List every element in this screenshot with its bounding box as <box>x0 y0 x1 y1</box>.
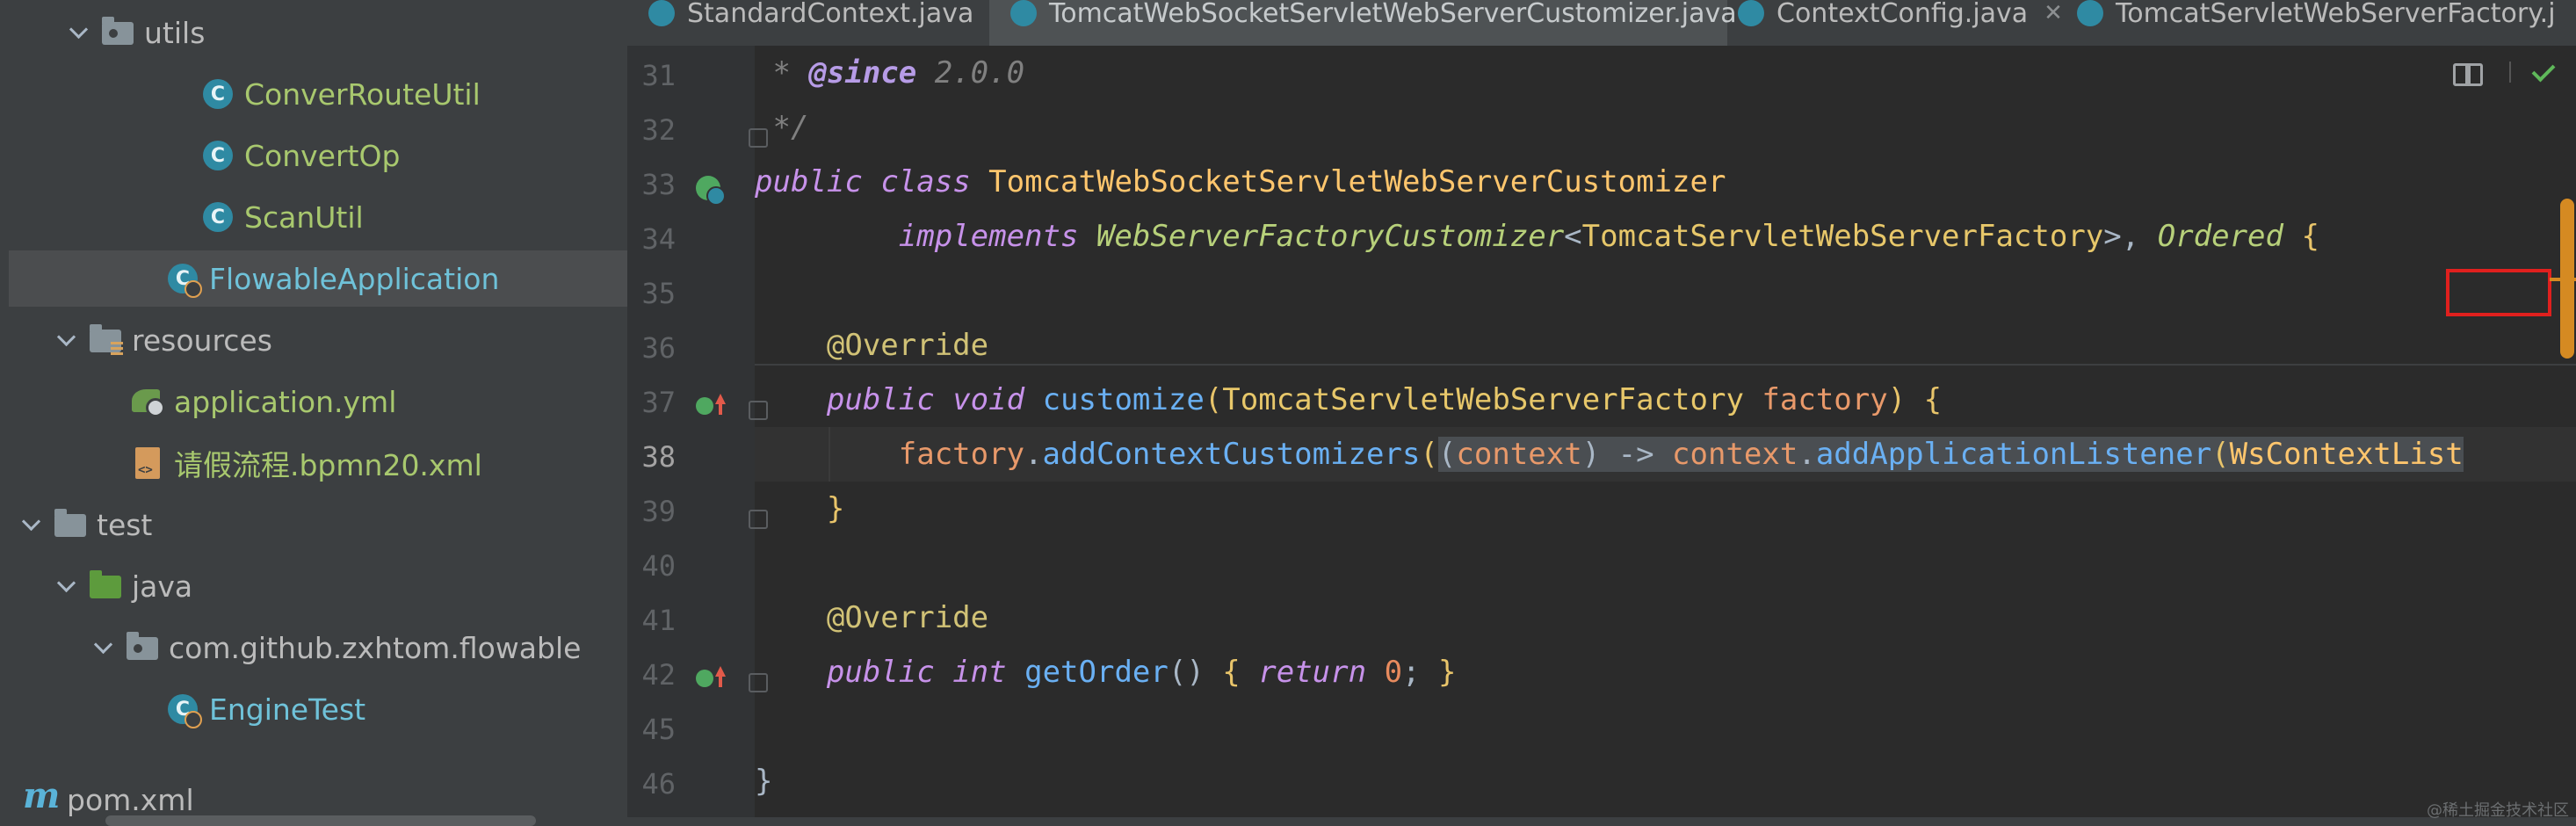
chevron-down-icon[interactable] <box>53 573 79 599</box>
reader-mode-icon[interactable] <box>2453 60 2483 86</box>
line-number: 31 <box>641 59 676 92</box>
java-class-icon: C <box>200 76 235 112</box>
java-class-icon <box>648 0 675 26</box>
line-number: 42 <box>641 658 676 692</box>
line-number: 40 <box>641 549 676 583</box>
implements-method-icon[interactable] <box>694 664 726 694</box>
code-line-37: public void customize(TomcatServletWebSe… <box>826 382 1943 417</box>
xml-file-icon <box>130 446 165 481</box>
tab-label: TomcatServletWebServerFactory.j <box>2116 0 2556 29</box>
project-tree: utils C ConverRouteUtil C ConvertOp C Sc… <box>0 0 627 826</box>
tree-item-resources[interactable]: resources <box>0 312 627 368</box>
chevron-down-icon[interactable] <box>90 634 116 661</box>
line-number: 35 <box>641 277 676 310</box>
line-number: 45 <box>641 713 676 746</box>
method-separator <box>755 364 2576 366</box>
chevron-down-icon[interactable] <box>18 511 44 538</box>
resources-folder-icon <box>88 322 123 358</box>
java-class-icon: C <box>200 199 235 235</box>
code-line-33: public class TomcatWebSocketServletWebSe… <box>755 164 1726 199</box>
line-number: 34 <box>641 222 676 256</box>
tree-item-label: test <box>97 507 153 542</box>
tree-item-label: com.github.zxhtom.flowable <box>169 630 582 665</box>
java-class-icon <box>1738 0 1764 26</box>
tree-item-java[interactable]: java <box>0 558 627 614</box>
tab-label: TomcatWebSocketServletWebServerCustomize… <box>1049 0 1737 29</box>
inspection-ok-icon[interactable] <box>2530 58 2557 84</box>
tree-item-flowable-application[interactable]: C FlowableApplication <box>9 250 627 307</box>
implements-method-icon[interactable] <box>694 392 726 422</box>
code-line-42: public int getOrder() { return 0; } <box>826 655 1457 690</box>
watermark: @稀土掘金技术社区 <box>2427 801 2569 820</box>
line-number: 46 <box>641 767 676 801</box>
tree-item-bpmn-xml[interactable]: 请假流程.bpmn20.xml <box>0 435 627 491</box>
tree-item-label: EngineTest <box>209 692 366 727</box>
java-class-icon: C <box>200 138 235 173</box>
tab-context-config[interactable]: ContextConfig.java ✕ <box>1717 0 2072 46</box>
line-number: 41 <box>641 604 676 637</box>
tree-item-label: ConverRouteUtil <box>244 76 481 112</box>
chevron-down-icon[interactable] <box>65 19 91 46</box>
tree-item-application-yml[interactable]: application.yml <box>0 373 627 430</box>
tree-item-scan-util[interactable]: C ScanUtil <box>0 189 627 245</box>
line-number: 39 <box>641 495 676 528</box>
tree-item-convert-op[interactable]: C ConvertOp <box>0 127 627 184</box>
tree-item-label: ScanUtil <box>244 199 364 235</box>
tab-tomcat-websocket-customizer[interactable]: TomcatWebSocketServletWebServerCustomize… <box>989 0 1737 46</box>
spring-boot-class-icon: C <box>165 692 202 728</box>
spring-boot-class-icon: C <box>165 261 202 298</box>
tree-item-engine-test[interactable]: C EngineTest <box>0 681 627 737</box>
toolbar-divider <box>2509 62 2511 83</box>
tree-item-label: java <box>132 569 193 604</box>
tree-item-label: resources <box>132 322 272 358</box>
code-line-32: */ <box>755 110 809 145</box>
tab-standard-context[interactable]: StandardContext.java ✕ <box>627 0 1009 46</box>
tree-horizontal-scrollbar[interactable] <box>105 815 536 826</box>
scroll-position-marker <box>2550 278 2576 281</box>
line-number: 36 <box>641 331 676 365</box>
spring-bean-icon[interactable] <box>694 174 726 206</box>
tree-item-conver-route-util[interactable]: C ConverRouteUtil <box>0 66 627 122</box>
code-line-41: @Override <box>826 600 989 635</box>
line-number-current: 38 <box>641 440 676 474</box>
test-source-folder-icon <box>88 569 123 604</box>
tree-item-label: FlowableApplication <box>209 261 500 296</box>
tree-item-label: pom.xml <box>67 782 194 817</box>
tree-item-label: utils <box>144 15 206 50</box>
tree-item-utils[interactable]: utils <box>0 4 627 61</box>
code-line-31: * @since 2.0.0 <box>755 55 1025 91</box>
line-number: 37 <box>641 386 676 419</box>
line-number: 33 <box>641 168 676 201</box>
code-area[interactable]: * @since 2.0.0 */ public class TomcatWeb… <box>755 46 2576 826</box>
annotation-highlight-box <box>2446 269 2551 316</box>
tree-item-label: application.yml <box>174 384 397 419</box>
yaml-config-icon <box>130 384 165 419</box>
java-class-icon <box>2077 0 2103 26</box>
maven-icon: m <box>23 775 61 816</box>
tree-item-package-flowable[interactable]: com.github.zxhtom.flowable <box>0 620 627 676</box>
tab-label: StandardContext.java <box>687 0 974 29</box>
editor-tabs: StandardContext.java ✕ TomcatWebSocketSe… <box>627 0 2576 46</box>
package-folder-icon <box>100 15 135 50</box>
chevron-down-icon[interactable] <box>53 327 79 353</box>
code-line-39: } <box>826 491 845 526</box>
tab-label: ContextConfig.java <box>1776 0 2029 29</box>
tree-item-test[interactable]: test <box>0 496 627 553</box>
package-folder-icon <box>125 630 160 665</box>
tree-item-label: ConvertOp <box>244 138 401 173</box>
code-editor: StandardContext.java ✕ TomcatWebSocketSe… <box>627 0 2576 826</box>
folder-icon <box>53 507 88 542</box>
code-line-34: implements WebServerFactoryCustomizer<To… <box>898 219 2319 254</box>
code-line-38: factory.addContextCustomizers((context) … <box>755 427 2576 482</box>
code-line-46: } <box>755 764 773 799</box>
java-class-icon <box>1010 0 1037 26</box>
editor-bottom-strip <box>627 817 2576 826</box>
line-number: 32 <box>641 113 676 147</box>
tab-tomcat-servlet-factory[interactable]: TomcatServletWebServerFactory.j <box>2056 0 2576 46</box>
line-gutter: 31 32 33 34 35 36 37 38 39 40 41 42 45 4… <box>627 46 768 826</box>
tree-item-label: 请假流程.bpmn20.xml <box>174 448 482 482</box>
